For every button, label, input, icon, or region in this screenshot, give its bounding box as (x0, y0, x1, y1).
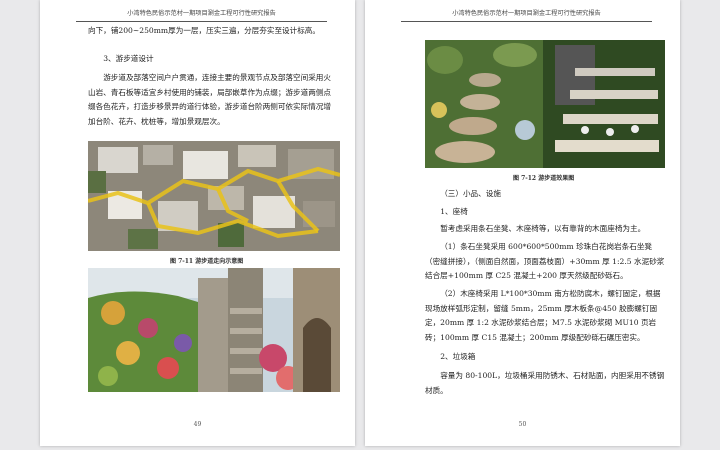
paragraph: 容量为 80-100L，垃圾桶采用防锈木、石材贴面，内胆采用不锈钢材质。 (425, 371, 665, 395)
figure-caption: 图 7-11 游步道走向示意图 (170, 258, 244, 265)
document-page-left: 小湾特色民俗示范村一期项目涮金工程可行性研究报告 向下，铺200~250mm厚为… (40, 0, 355, 446)
paragraph: （2）木座椅采用 L*100*30mm 南方松防腐木，螺钉固定，根据现场放样弧形… (425, 289, 661, 342)
aerial-route-map-image (88, 141, 340, 251)
footpath-effect-photo (425, 40, 665, 168)
section-heading: 3、游步道设计 (103, 54, 154, 63)
sub-heading: 2、垃圾箱 (440, 352, 476, 361)
paragraph-body: 游步道及部落空间户户贯通，连接主要的景观节点及部落空间采用火山岩、青石板等适宜乡… (88, 73, 331, 126)
paragraph: 暂考虑采用条石坐凳、木座椅等，以有靠背的木面座椅为主。 (440, 224, 646, 233)
sub-heading: 1、座椅 (440, 207, 468, 216)
figure-caption: 图 7-12 游步道效果图 (513, 175, 575, 182)
paragraph: 游步道及部落空间户户贯通，连接主要的景观节点及部落空间采用火山岩、青石板等适宜乡… (88, 71, 338, 129)
document-page-right: 小湾特色民俗示范村一期项目涮金工程可行性研究报告 图 7-12 游步道效果图 （… (365, 0, 680, 446)
page-number: 49 (193, 421, 202, 428)
garden-steps-photo (88, 268, 340, 392)
page-header: 小湾特色民俗示范村一期项目涮金工程可行性研究报告 (401, 8, 652, 22)
section-heading: （三）小品、设施 (440, 189, 501, 198)
page-header: 小湾特色民俗示范村一期项目涮金工程可行性研究报告 (76, 8, 327, 22)
paragraph-continued: 向下，铺200~250mm厚为一层，压实三遍，分层夯实至设计标高。 (88, 26, 320, 35)
paragraph: （1）条石坐凳采用 600*600*500mm 珍珠白花岗岩条石坐凳（密缝拼接）… (425, 242, 665, 280)
paragraph: 向下，铺200~250mm厚为一层，压实三遍，分层夯实至设计标高。 (88, 24, 338, 39)
page-number: 50 (518, 421, 527, 428)
